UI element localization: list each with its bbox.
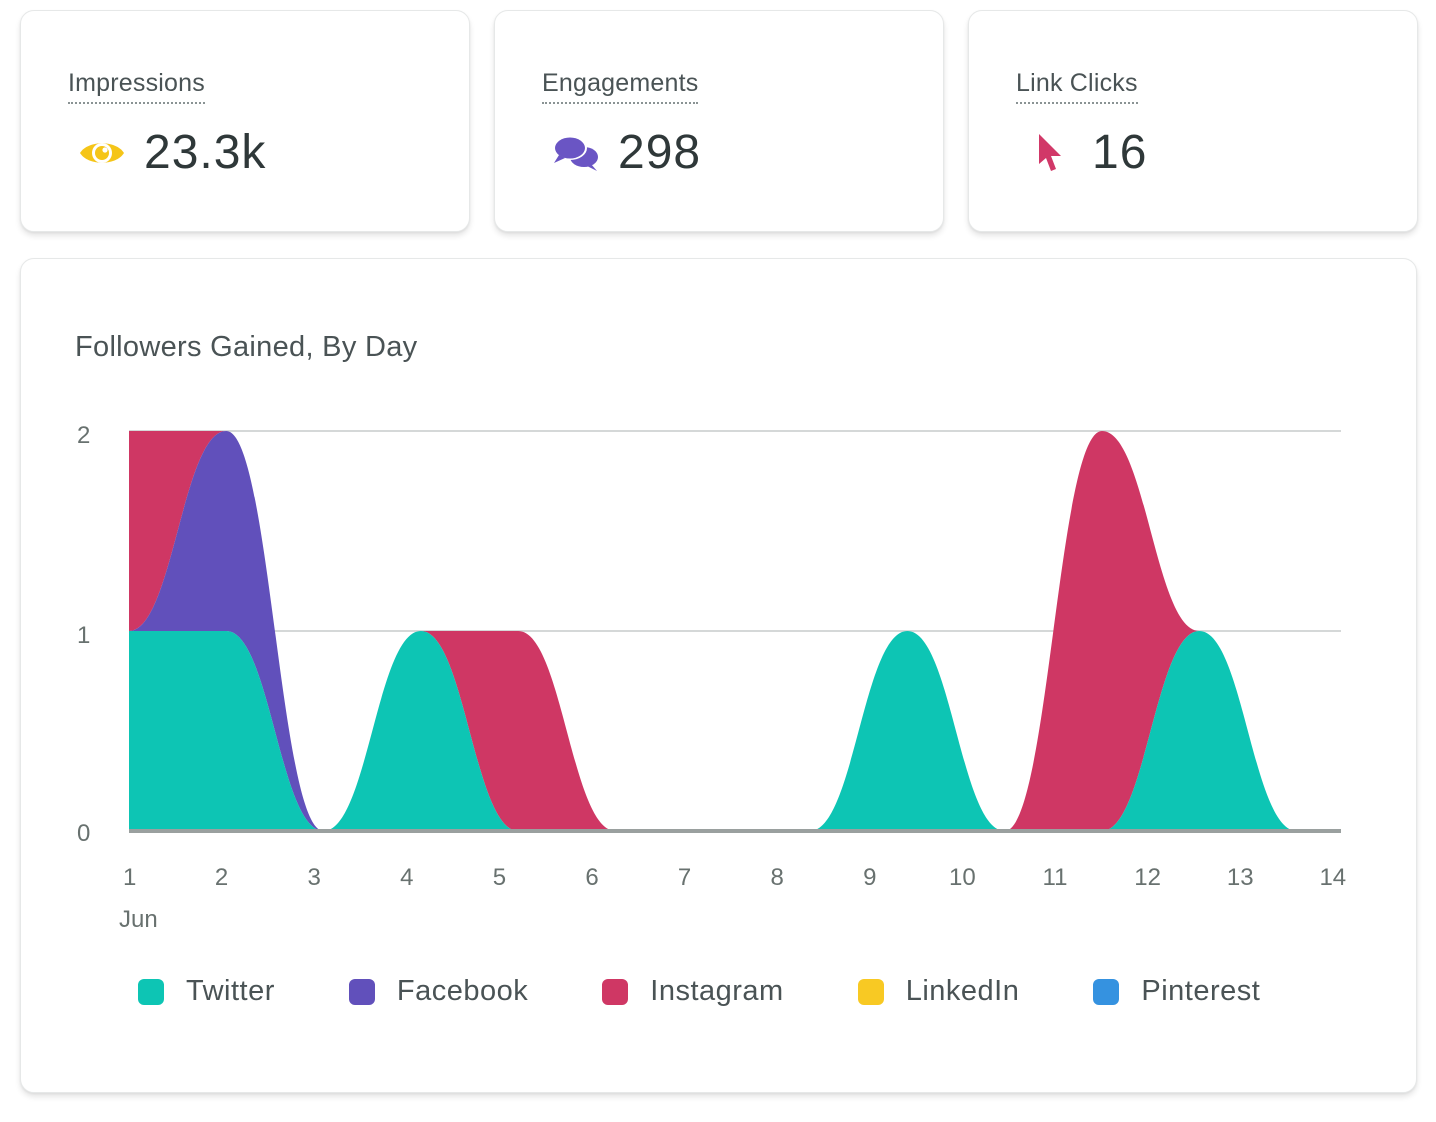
cursor-arrow-icon (1024, 127, 1076, 179)
y-tick-label: 0 (77, 820, 90, 847)
link-clicks-card: Link Clicks 16 (968, 10, 1418, 232)
legend-swatch (1093, 978, 1120, 1005)
impressions-value: 23.3k (144, 126, 267, 179)
chart-legend: Twitter Facebook Instagram LinkedIn Pinteres… (138, 975, 1334, 1008)
legend-item-facebook[interactable]: Facebook (348, 975, 529, 1008)
x-tick-label: 1 (123, 864, 136, 891)
followers-area-chart: 0121 2 3 4 5 6 7 8 9 10 11 12 13 14Jun (77, 422, 1346, 933)
impressions-label[interactable]: Impressions (68, 69, 205, 104)
x-tick-label: 6 (585, 864, 598, 891)
link-clicks-value: 16 (1092, 126, 1148, 179)
impressions-card: Impressions 23.3k (20, 10, 470, 232)
x-tick-label: 14 (1319, 864, 1346, 891)
legend-swatch (138, 978, 164, 1005)
x-tick-label: 4 (400, 864, 413, 891)
x-tick-label: 12 (1134, 864, 1161, 891)
x-tick-label: 7 (678, 864, 691, 891)
x-tick-label: 5 (493, 864, 506, 891)
legend-swatch (348, 978, 375, 1005)
link-clicks-label[interactable]: Link Clicks (1016, 69, 1138, 104)
legend-item-pinterest[interactable]: Pinterest (1093, 975, 1260, 1008)
chat-bubbles-icon (550, 127, 602, 179)
eye-icon (76, 127, 128, 179)
x-tick-label: 9 (863, 864, 876, 891)
engagements-card: Engagements 298 (494, 10, 944, 232)
engagements-label[interactable]: Engagements (542, 69, 699, 104)
legend-label: Pinterest (1141, 975, 1261, 1007)
y-tick-label: 2 (77, 422, 90, 449)
engagements-value: 298 (618, 126, 702, 179)
legend-swatch (602, 978, 629, 1005)
x-tick-label: 10 (949, 864, 976, 891)
x-tick-label: 2 (215, 864, 228, 891)
x-month-label: Jun (119, 906, 158, 933)
legend-swatch (857, 978, 884, 1005)
legend-label: LinkedIn (905, 975, 1020, 1007)
legend-label: Facebook (396, 975, 529, 1007)
x-tick-label: 13 (1227, 864, 1254, 891)
x-tick-label: 8 (771, 864, 784, 891)
followers-chart-card: Followers Gained, By Day 0 1 2 1 2 3 4 5 6 7 8 9 10 1… (20, 258, 1417, 1093)
legend-item-instagram[interactable]: Instagram (602, 975, 783, 1008)
x-tick-label: 3 (308, 864, 321, 891)
legend-item-linkedin[interactable]: LinkedIn (857, 975, 1020, 1008)
legend-label: Twitter (186, 975, 275, 1007)
x-tick-label: 11 (1043, 864, 1068, 891)
legend-label: Instagram (650, 975, 784, 1007)
legend-item-twitter[interactable]: Twitter (138, 975, 275, 1008)
y-tick-label: 1 (77, 622, 90, 649)
